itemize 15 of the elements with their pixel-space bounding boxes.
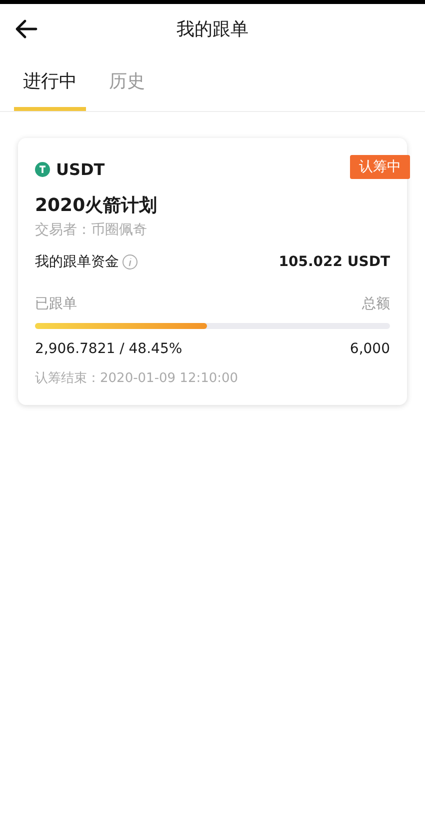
trader-text: 交易者：币圈佩奇 [35, 221, 148, 239]
plan-title: 2020火箭计划 [35, 194, 158, 217]
tab[interactable]: 进行中 [14, 54, 86, 111]
back-arrow-icon[interactable] [14, 19, 38, 39]
total-label: 总额 [362, 295, 390, 313]
funds-label: 我的跟单资金 [35, 253, 119, 271]
followed-label: 已跟单 [35, 295, 77, 313]
funds-value: 105.022 USDT [278, 254, 390, 270]
progress-text: 2,906.7821 / 48.45% [35, 341, 182, 357]
page-title: 我的跟单 [176, 18, 248, 41]
status-badge: 认筹中 [350, 155, 410, 179]
coin-icon [35, 162, 50, 177]
coin-name: USDT [56, 160, 105, 179]
total-value: 6,000 [350, 341, 390, 357]
end-time: 认筹结束：2020-01-09 12:10:00 [35, 370, 240, 387]
